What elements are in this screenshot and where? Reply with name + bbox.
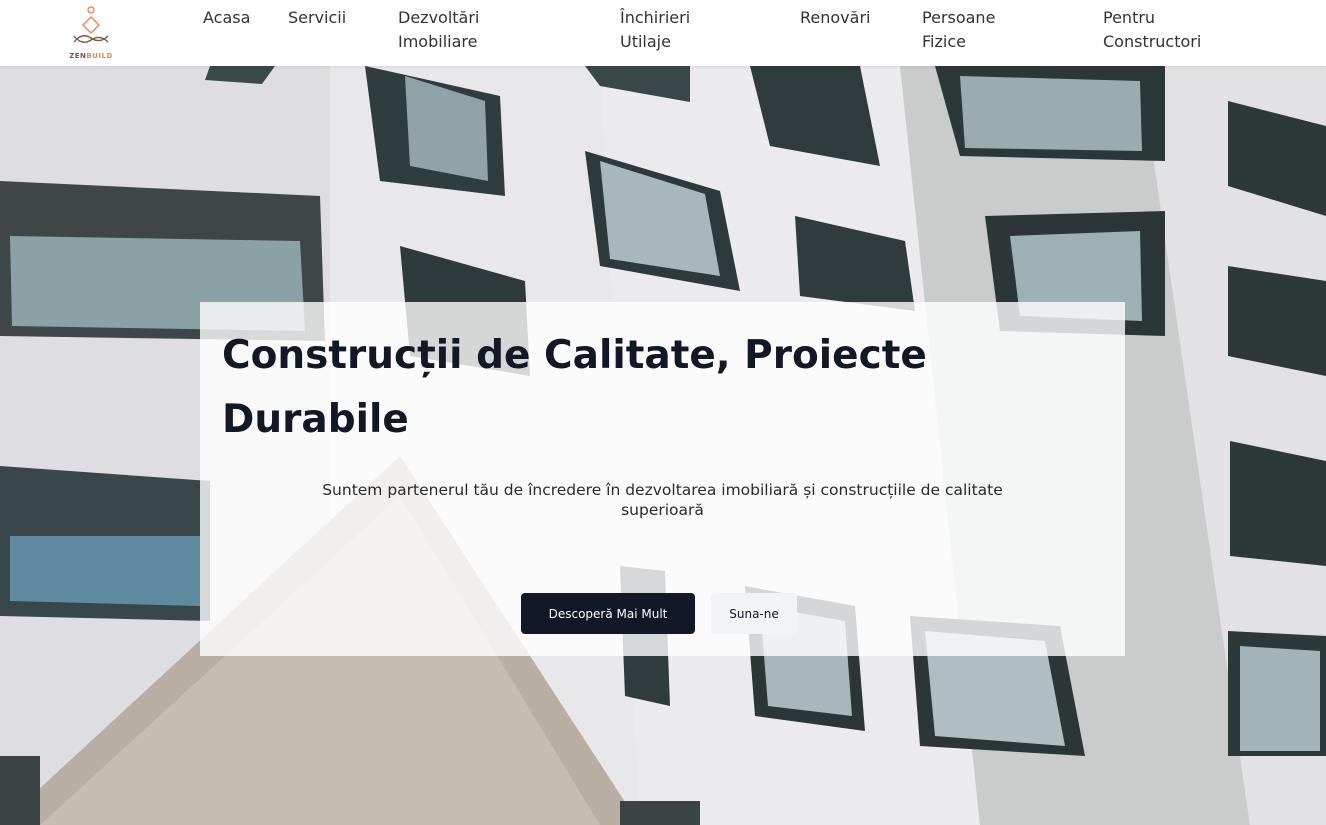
nav-label: Servicii <box>288 8 347 27</box>
hero-subtitle-line: superioară <box>621 501 704 519</box>
nav-item-servicii[interactable]: Servicii <box>288 6 346 30</box>
hero-title-line: Construcții de Calitate, Proiecte <box>222 333 927 378</box>
site-header: ZENBUILD Acasa Servicii Dezvoltări Imobi… <box>0 0 1326 66</box>
hero-section: Construcții de Calitate, Proiecte Durabi… <box>0 66 1326 825</box>
nav-item-dezvoltari[interactable]: Dezvoltări Imobiliare <box>398 6 479 54</box>
nav-label: Imobiliare <box>398 32 478 51</box>
hero-subtitle: Suntem partenerul tău de încredere în de… <box>240 480 1085 520</box>
hero-panel: Construcții de Calitate, Proiecte Durabi… <box>200 302 1125 656</box>
hero-title: Construcții de Calitate, Proiecte Durabi… <box>222 324 1122 452</box>
nav-item-persoane-fizice[interactable]: Persoane Fizice <box>922 6 995 54</box>
nav-label: Persoane <box>922 8 996 27</box>
nav-label: Renovări <box>800 8 871 27</box>
zen-figure-icon <box>73 6 109 43</box>
nav-label: Constructori <box>1103 32 1202 51</box>
nav-label: Fizice <box>922 32 966 51</box>
discover-more-button[interactable]: Descoperă Mai Mult <box>521 593 695 634</box>
nav-label: Utilaje <box>620 32 671 51</box>
logo-wordmark: ZENBUILD <box>69 52 113 60</box>
nav-item-acasa[interactable]: Acasa <box>203 6 250 30</box>
nav-item-renovari[interactable]: Renovări <box>800 6 870 30</box>
call-us-button[interactable]: Suna-ne <box>711 593 797 634</box>
nav-item-pentru-constructori[interactable]: Pentru Constructori <box>1103 6 1201 54</box>
hero-subtitle-line: Suntem partenerul tău de încredere în de… <box>322 481 1003 499</box>
nav-label: Pentru <box>1103 8 1156 27</box>
nav-label: Închirieri <box>620 8 691 27</box>
hero-title-line: Durabile <box>222 397 409 442</box>
logo[interactable]: ZENBUILD <box>56 4 126 62</box>
nav-item-inchirieri[interactable]: Închirieri Utilaje <box>620 6 690 54</box>
nav-label: Dezvoltări <box>398 8 480 27</box>
nav-label: Acasa <box>203 8 251 27</box>
